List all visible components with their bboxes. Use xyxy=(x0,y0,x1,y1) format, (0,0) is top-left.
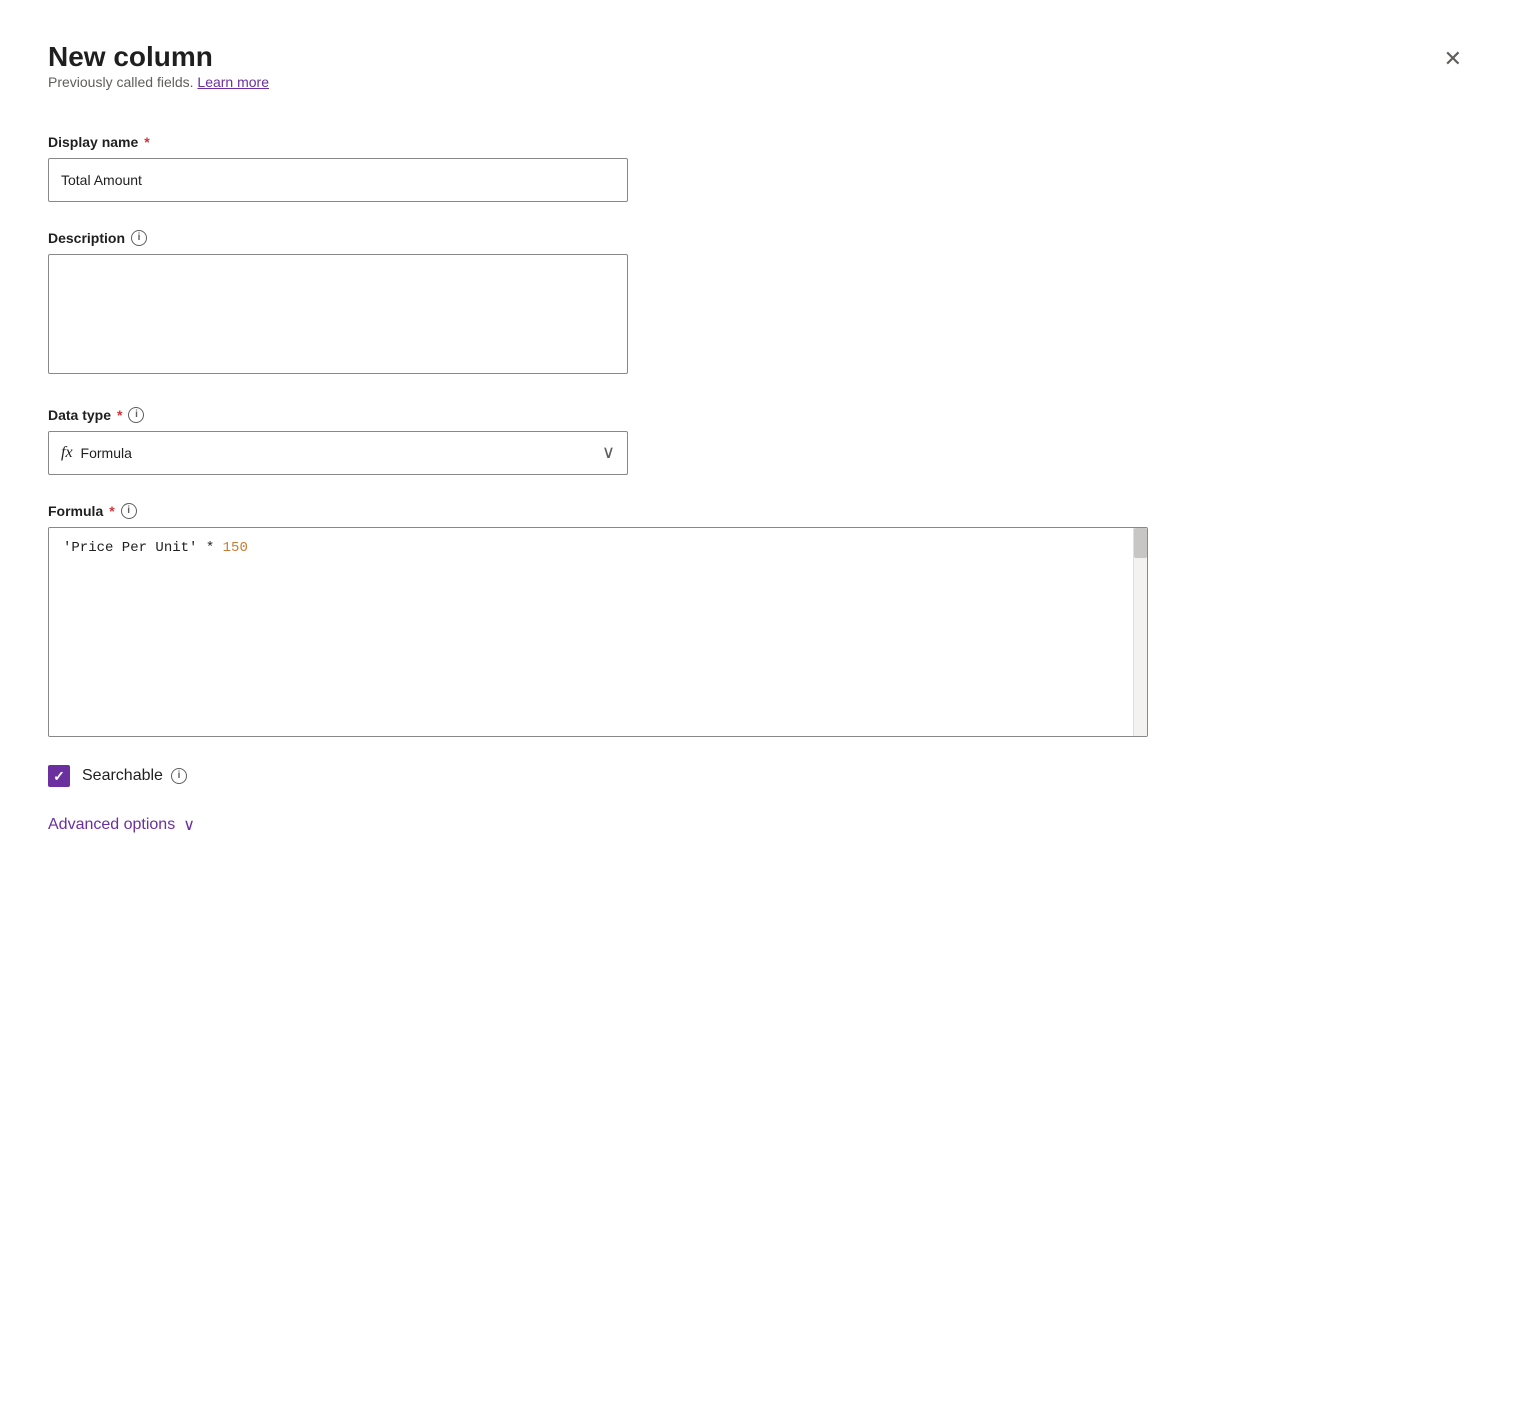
data-type-select-left: fx Formula xyxy=(61,444,132,462)
learn-more-link[interactable]: Learn more xyxy=(197,74,269,90)
fx-icon: fx xyxy=(61,444,73,462)
formula-scrollbar-thumb[interactable] xyxy=(1134,528,1147,558)
data-type-value: Formula xyxy=(81,445,132,461)
close-icon: ✕ xyxy=(1444,46,1462,71)
formula-area-wrapper: 'Price Per Unit' * 150 xyxy=(48,527,1148,737)
formula-info-icon[interactable]: i xyxy=(121,503,137,519)
description-label: Description i xyxy=(48,230,1466,246)
searchable-row: ✓ Searchable i xyxy=(48,765,1466,787)
data-type-chevron-icon: ∨ xyxy=(602,442,615,463)
formula-required: * xyxy=(109,503,114,519)
description-info-icon[interactable]: i xyxy=(131,230,147,246)
advanced-options-row[interactable]: Advanced options ∨ xyxy=(48,815,1466,835)
data-type-select[interactable]: fx Formula ∨ xyxy=(48,431,628,475)
panel-title: New column xyxy=(48,40,269,74)
new-column-panel: New column Previously called fields. Lea… xyxy=(0,0,1514,1412)
description-field-group: Description i xyxy=(48,230,1466,379)
searchable-info-icon[interactable]: i xyxy=(171,768,187,784)
checkbox-check-icon: ✓ xyxy=(53,769,65,783)
display-name-label: Display name * xyxy=(48,134,1466,150)
advanced-options-chevron-icon: ∨ xyxy=(183,815,195,835)
description-input[interactable] xyxy=(48,254,628,374)
data-type-required: * xyxy=(117,407,122,423)
display-name-required: * xyxy=(144,134,149,150)
advanced-options-label: Advanced options xyxy=(48,816,175,834)
data-type-field-group: Data type * i fx Formula ∨ xyxy=(48,407,1466,475)
panel-subtitle: Previously called fields. Learn more xyxy=(48,74,269,90)
searchable-label: Searchable i xyxy=(82,767,187,785)
display-name-input[interactable] xyxy=(48,158,628,202)
display-name-field-group: Display name * xyxy=(48,134,1466,202)
data-type-label: Data type * i xyxy=(48,407,1466,423)
formula-textarea[interactable] xyxy=(49,528,1133,736)
data-type-info-icon[interactable]: i xyxy=(128,407,144,423)
panel-header: New column Previously called fields. Lea… xyxy=(48,40,1466,126)
formula-field-group: Formula * i 'Price Per Unit' * 150 xyxy=(48,503,1466,737)
formula-label: Formula * i xyxy=(48,503,1466,519)
close-button[interactable]: ✕ xyxy=(1440,44,1466,74)
searchable-checkbox[interactable]: ✓ xyxy=(48,765,70,787)
formula-scrollbar[interactable] xyxy=(1133,528,1147,736)
